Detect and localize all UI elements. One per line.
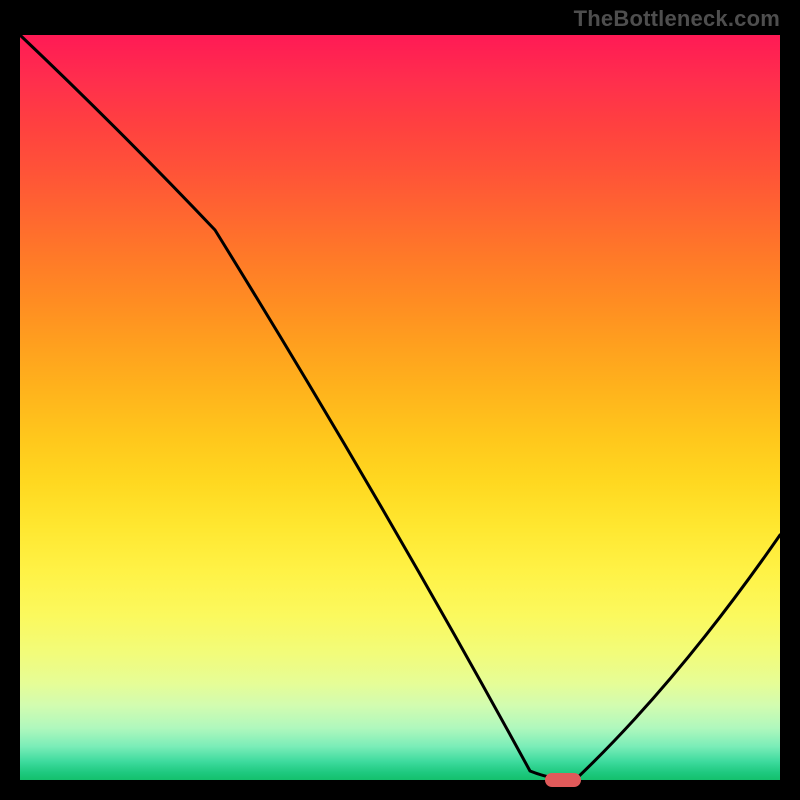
bottleneck-curve [20,35,780,780]
curve-path [20,35,780,780]
bottleneck-chart: TheBottleneck.com [0,0,800,800]
plot-area [20,35,780,780]
optimum-marker [545,773,581,787]
watermark-text: TheBottleneck.com [574,6,780,32]
